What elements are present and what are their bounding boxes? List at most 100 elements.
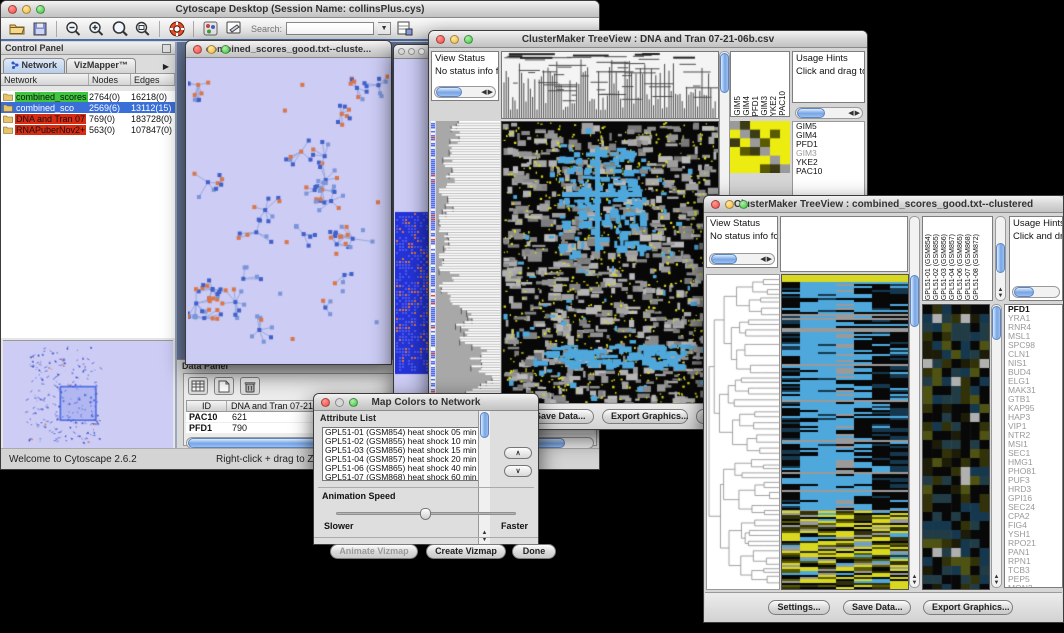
tv2-gene-name[interactable]: MON2	[1008, 584, 1062, 588]
attribute-item[interactable]: GPL51-07 (GSM868) heat shock 60 min	[323, 473, 489, 481]
annotation-icon[interactable]	[224, 20, 243, 37]
tv2-array-label[interactable]: GPL51-07 (GSM868)	[965, 234, 973, 300]
tv2-usage-hscrollbar[interactable]	[1012, 286, 1060, 298]
animation-speed-slider[interactable]	[336, 512, 516, 515]
minimize-button[interactable]	[207, 45, 216, 54]
move-up-button[interactable]: ∧	[504, 447, 532, 459]
treeview2-title: ClusterMaker TreeView : combined_scores_…	[704, 199, 1063, 210]
close-button[interactable]	[711, 200, 720, 209]
tv1-array-label[interactable]: PFD1	[751, 96, 760, 116]
zoom-fit-icon[interactable]	[133, 20, 152, 37]
tab-network[interactable]: Network	[3, 58, 65, 73]
zoom-button[interactable]	[739, 200, 748, 209]
zoom-button[interactable]	[221, 45, 230, 54]
network-item-icon	[3, 126, 13, 134]
attribute-list-vscrollbar[interactable]: ▲ ▼	[478, 411, 490, 544]
minimize-button[interactable]	[450, 35, 459, 44]
attribute-list[interactable]: GPL51-01 (GSM854) heat shock 05 minGPL51…	[322, 427, 490, 481]
tv2-labels-vscrollbar[interactable]: ▲▼	[995, 216, 1006, 301]
network-row[interactable]: combined_sco 2569(6) 13112(15)	[1, 102, 175, 113]
tv1-array-label[interactable]: PAC10	[778, 91, 787, 116]
network-row[interactable]: RNAPuberNov2+ 563(0) 107847(0)	[1, 124, 175, 135]
tv2-array-label[interactable]: GPL51-08 (GSM872)	[973, 234, 981, 300]
tv1-export-graphics-button[interactable]: Export Graphics...	[602, 409, 688, 424]
tv1-gene-dendrogram[interactable]	[436, 121, 500, 407]
minimize-button[interactable]	[725, 200, 734, 209]
search-dropdown-arrow[interactable]: ▼	[378, 22, 391, 35]
search-input[interactable]	[286, 22, 374, 35]
col-nodes[interactable]: Nodes	[89, 74, 131, 85]
tv2-array-label[interactable]: GPL51-03 (GSM856)	[941, 234, 949, 300]
tv1-status-hscrollbar[interactable]: ◀▶	[434, 86, 496, 98]
network-graph-canvas[interactable]	[188, 59, 389, 362]
move-down-button[interactable]: ∨	[504, 465, 532, 477]
zoom-in-icon[interactable]	[87, 20, 106, 37]
tv2-array-label[interactable]: GPL51-06 (GSM865)	[957, 234, 965, 300]
close-button[interactable]	[8, 5, 17, 14]
select-attributes-icon[interactable]	[188, 377, 208, 395]
done-button[interactable]: Done	[512, 544, 556, 559]
close-button[interactable]	[398, 48, 405, 55]
tv2-save-data-button[interactable]: Save Data...	[843, 600, 911, 615]
vizmap-icon[interactable]	[201, 20, 220, 37]
col-id[interactable]: ID	[187, 401, 227, 411]
zoom-button[interactable]	[418, 48, 425, 55]
animate-vizmap-button[interactable]: Animate Vizmap	[330, 544, 418, 559]
treeview2-titlebar[interactable]: ClusterMaker TreeView : combined_scores_…	[704, 196, 1063, 213]
open-folder-icon[interactable]	[7, 20, 26, 37]
slider-knob[interactable]	[420, 508, 431, 520]
help-lifesaver-icon[interactable]	[167, 20, 186, 37]
tv2-heatmap[interactable]	[781, 274, 909, 590]
tv1-zoom-heatmap[interactable]	[730, 121, 790, 173]
tv2-array-label[interactable]: GPL51-02 (GSM855)	[933, 234, 941, 300]
tv2-array-dendrogram-area[interactable]	[780, 216, 908, 272]
tv2-gene-dendrogram[interactable]	[706, 274, 780, 590]
treeview1-titlebar[interactable]: ClusterMaker TreeView : DNA and Tran 07-…	[429, 31, 867, 48]
main-titlebar[interactable]: Cytoscape Desktop (Session Name: collins…	[1, 1, 599, 18]
zoom-out-icon[interactable]	[64, 20, 83, 37]
tv2-export-graphics-button[interactable]: Export Graphics...	[923, 600, 1013, 615]
zoom-button[interactable]	[349, 398, 358, 407]
tv1-heatmap[interactable]	[501, 121, 719, 409]
tv2-status-hscrollbar[interactable]: ◀▶	[709, 253, 775, 265]
create-vizmap-button[interactable]: Create Vizmap	[426, 544, 506, 559]
network-row[interactable]: combined_scores 2764(0) 16218(0)	[1, 91, 175, 102]
minimize-button[interactable]	[335, 398, 344, 407]
tv1-array-dendrogram[interactable]	[501, 51, 719, 119]
float-panel-icon[interactable]	[162, 44, 171, 53]
window-controls[interactable]	[8, 5, 45, 14]
network-view-titlebar[interactable]: combined_scores_good.txt--cluste...	[186, 41, 391, 58]
tv1-array-label[interactable]: GIM5	[733, 96, 742, 116]
delete-attribute-icon[interactable]	[240, 377, 260, 395]
tv2-array-label[interactable]: GPL51-04 (GSM857)	[949, 234, 957, 300]
close-button[interactable]	[193, 45, 202, 54]
network-row[interactable]: DNA and Tran 07 769(0) 183728(0)	[1, 113, 175, 124]
tab-vizmapper[interactable]: VizMapper™	[66, 58, 136, 73]
birdseye-overview[interactable]	[3, 340, 173, 448]
tab-overflow-arrow[interactable]: ▶	[159, 60, 173, 73]
tv1-gene-name[interactable]: PAC10	[796, 167, 864, 176]
col-edges[interactable]: Edges	[131, 74, 175, 85]
tv2-usage-hints-text: Click and drag to	[1010, 230, 1062, 243]
dialog-titlebar[interactable]: Map Colors to Network	[314, 394, 538, 411]
minimize-button[interactable]	[408, 48, 415, 55]
tv2-zoom-heatmap[interactable]	[922, 304, 990, 590]
minimize-button[interactable]	[22, 5, 31, 14]
zoom-button[interactable]	[36, 5, 45, 14]
import-table-icon[interactable]	[395, 20, 414, 37]
tv2-main-vscrollbar[interactable]: ▲▼	[909, 216, 920, 588]
zoom-button[interactable]	[464, 35, 473, 44]
col-network[interactable]: Network	[1, 74, 89, 85]
close-button[interactable]	[321, 398, 330, 407]
tv2-settings-button[interactable]: Settings...	[768, 600, 830, 615]
close-button[interactable]	[436, 35, 445, 44]
new-attribute-icon[interactable]	[214, 377, 234, 395]
tv1-usage-hscrollbar[interactable]: ◀▶	[795, 107, 863, 119]
save-icon[interactable]	[30, 20, 49, 37]
tv2-array-label[interactable]: GPL51-01 (GSM854)	[925, 234, 933, 300]
tv1-array-label[interactable]: GIM4	[742, 96, 751, 116]
tv1-array-label[interactable]: GIM3	[760, 96, 769, 116]
tv1-array-label[interactable]: YKE2	[769, 96, 778, 116]
tv2-zoom-vscrollbar[interactable]: ▲▼	[991, 304, 1002, 588]
zoom-selected-icon[interactable]	[110, 20, 129, 37]
